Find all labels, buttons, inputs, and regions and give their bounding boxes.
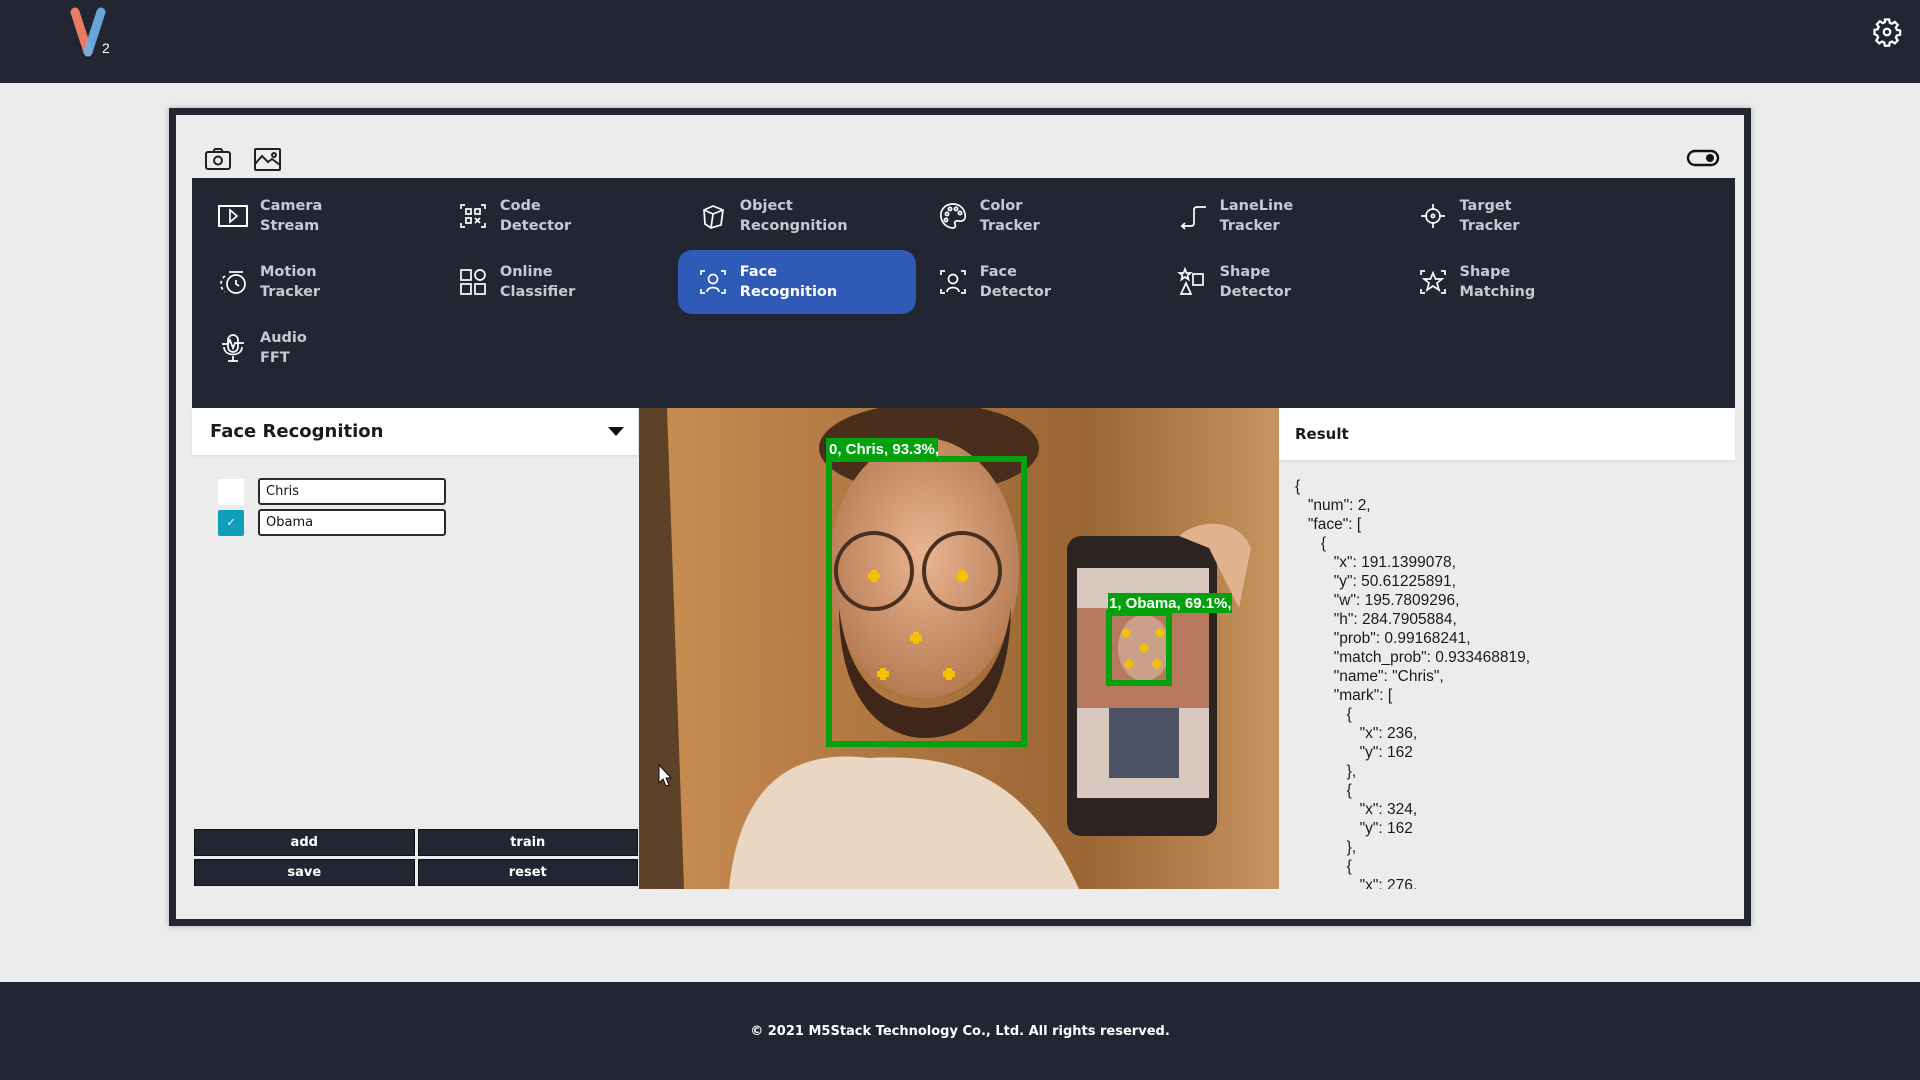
result-panel: Result { "num": 2, "face": [ { "x": 191.… (1279, 408, 1735, 889)
reset-button[interactable]: reset (417, 859, 638, 886)
menu-item-object-recongnition[interactable]: Object Recongnition (678, 184, 916, 248)
shapes-icon (1176, 266, 1204, 295)
panel-title: Face Recognition (210, 421, 384, 442)
camera-icon[interactable] (203, 145, 233, 173)
menu-item-camera-stream[interactable]: Camera Stream (198, 184, 436, 248)
crosshair-icon (1420, 204, 1445, 228)
menu-item-audio-fft[interactable]: Audio FFT (198, 316, 436, 380)
phone-suit (1109, 708, 1179, 778)
laneline-icon (1180, 206, 1206, 230)
menu-item-label: Audio FFT (260, 330, 307, 367)
main-frame: Camera Stream Code Detector Object Recongn… (169, 108, 1751, 926)
face-recognition-icon (699, 270, 726, 294)
result-title: Result (1279, 408, 1735, 460)
microphone-icon (222, 334, 244, 363)
motion-icon (220, 271, 246, 294)
qr-code-icon (460, 204, 486, 228)
star-frame-icon (1419, 270, 1446, 294)
menu-item-shape-detector[interactable]: Shape Detector (1158, 250, 1396, 314)
face-recognition-panel: Face Recognition ✓ add train save reset (192, 408, 638, 889)
menu-item-label: Color Tracker (979, 198, 1040, 234)
menu-item-label: Target Tracker (1459, 198, 1520, 234)
top-bar: 2 (0, 0, 1920, 83)
menu-item-face-detector[interactable]: Face Detector (918, 250, 1156, 314)
face-name-input-obama[interactable] (258, 509, 446, 536)
menu-item-label: Face Detector (979, 264, 1051, 301)
copyright-text: © 2021 M5Stack Technology Co., Ltd. All … (750, 1023, 1170, 1039)
menu-item-laneline-tracker[interactable]: LaneLine Tracker (1158, 184, 1396, 248)
image-icon[interactable] (252, 145, 282, 173)
toggle-switch[interactable] (1686, 148, 1720, 168)
menu-item-label: Shape Matching (1459, 264, 1536, 301)
menu-item-label: Motion Tracker (260, 264, 321, 301)
menu-item-label: LaneLine Tracker (1219, 198, 1294, 234)
menu-item-label: Face Recognition (739, 264, 838, 301)
face-checkbox-obama[interactable]: ✓ (218, 509, 244, 536)
detection-label-obama: 1, Obama, 69.1%, (1109, 595, 1232, 612)
face-name-input-chris[interactable] (258, 478, 446, 505)
menu-item-label: Code Detector (499, 198, 572, 234)
face-entry-chris (218, 478, 446, 505)
footer: © 2021 M5Stack Technology Co., Ltd. All … (0, 982, 1920, 1080)
mode-menu: Camera Stream Code Detector Object Recongn… (192, 178, 1735, 408)
face-entry-obama: ✓ (218, 509, 446, 536)
menu-item-target-tracker[interactable]: Target Tracker (1398, 184, 1636, 248)
grid-icon (460, 269, 486, 295)
camera-frame-image: 0, Chris, 93.3%, 1, Obama, 69.1%, (639, 408, 1279, 889)
menu-item-code-detector[interactable]: Code Detector (438, 184, 676, 248)
face-detector-icon (939, 270, 966, 294)
panel-header: Face Recognition (192, 408, 638, 455)
save-button[interactable]: save (194, 859, 415, 886)
menu-item-face-recognition[interactable]: Face Recognition (677, 250, 916, 315)
frame-content: Camera Stream Code Detector Object Recongn… (176, 115, 1744, 919)
menu-item-label: Object Recongnition (739, 198, 848, 234)
menu-item-label: Online Classifier (499, 264, 576, 301)
menu-item-color-tracker[interactable]: Color Tracker (918, 184, 1156, 248)
add-button[interactable]: add (194, 829, 415, 856)
detection-label-chris: 0, Chris, 93.3%, (829, 441, 939, 458)
camera-feed[interactable]: 0, Chris, 93.3%, 1, Obama, 69.1%, (639, 408, 1279, 889)
logo-subscript: 2 (102, 40, 110, 56)
settings-gear-icon[interactable] (1872, 17, 1902, 47)
chevron-down-icon[interactable] (608, 427, 624, 436)
train-button[interactable]: train (417, 829, 638, 856)
menu-item-label: Camera Stream (260, 198, 323, 234)
menu-item-label: Shape Detector (1219, 264, 1291, 301)
palette-icon (939, 203, 966, 229)
menu-item-online-classifier[interactable]: Online Classifier (438, 250, 676, 314)
app-logo: 2 (68, 6, 118, 60)
camera-stream-icon (218, 205, 248, 227)
cube-icon (702, 205, 724, 229)
menu-item-motion-tracker[interactable]: Motion Tracker (198, 250, 436, 314)
face-checkbox-chris[interactable] (218, 478, 244, 505)
menu-item-shape-matching[interactable]: Shape Matching (1398, 250, 1636, 314)
action-buttons: add train save reset (194, 829, 638, 886)
result-json-output: { "num": 2, "face": [ { "x": 191.1399078… (1295, 478, 1531, 889)
